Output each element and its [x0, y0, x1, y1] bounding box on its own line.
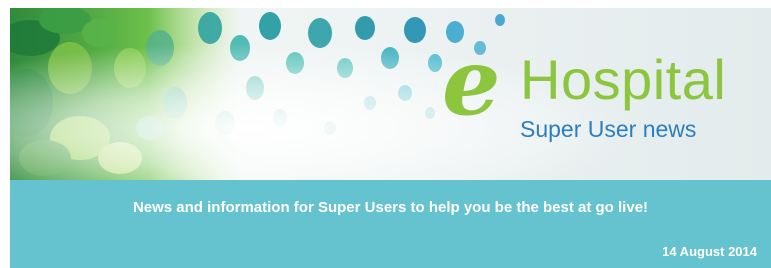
issue-date: 14 August 2014: [662, 244, 757, 259]
newsletter-header: e Hospital Super User news News and info…: [10, 8, 771, 268]
info-bar: News and information for Super Users to …: [10, 180, 771, 268]
logo-e-letter: e: [442, 28, 501, 136]
logo-subtitle: Super User news: [520, 116, 697, 142]
tagline: News and information for Super Users to …: [132, 199, 649, 216]
ehospital-logo: e Hospital Super User news: [442, 28, 771, 158]
header-banner: e Hospital Super User news: [10, 8, 771, 180]
logo-wordmark: Hospital: [520, 48, 727, 111]
